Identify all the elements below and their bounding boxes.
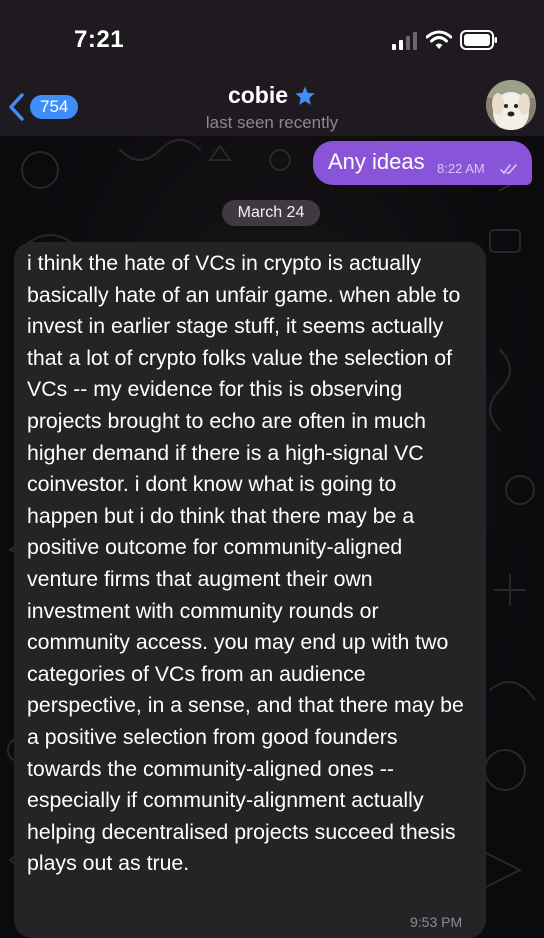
chat-header: 754 cobie last seen recently	[0, 80, 544, 136]
contact-name: cobie	[227, 82, 289, 108]
outgoing-message-text: Any ideas	[328, 149, 425, 174]
outgoing-message[interactable]: Any ideas 8:22 AM	[313, 141, 532, 185]
avatar[interactable]	[486, 80, 536, 130]
double-check-icon	[500, 164, 517, 175]
incoming-message-time: 9:53 PM	[410, 914, 463, 930]
contact-info[interactable]: cobie last seen recently	[0, 82, 544, 133]
status-time: 7:21	[74, 26, 125, 53]
chat-screen: 7:21 754 cobie last seen recently Any id…	[0, 0, 544, 938]
cellular-signal-icon	[392, 32, 417, 50]
wifi-icon	[426, 30, 452, 49]
outgoing-message-time: 8:22 AM	[437, 161, 485, 176]
incoming-message[interactable]: i think the hate of VCs in crypto is act…	[14, 242, 486, 938]
date-separator: March 24	[222, 200, 320, 226]
dog-avatar-icon	[486, 80, 536, 130]
battery-icon	[460, 30, 497, 50]
status-bar: 7:21	[0, 0, 544, 80]
contact-name-row: cobie	[228, 82, 316, 109]
contact-status: last seen recently	[205, 113, 339, 132]
incoming-message-text: i think the hate of VCs in crypto is act…	[27, 251, 464, 876]
star-icon	[295, 85, 315, 105]
